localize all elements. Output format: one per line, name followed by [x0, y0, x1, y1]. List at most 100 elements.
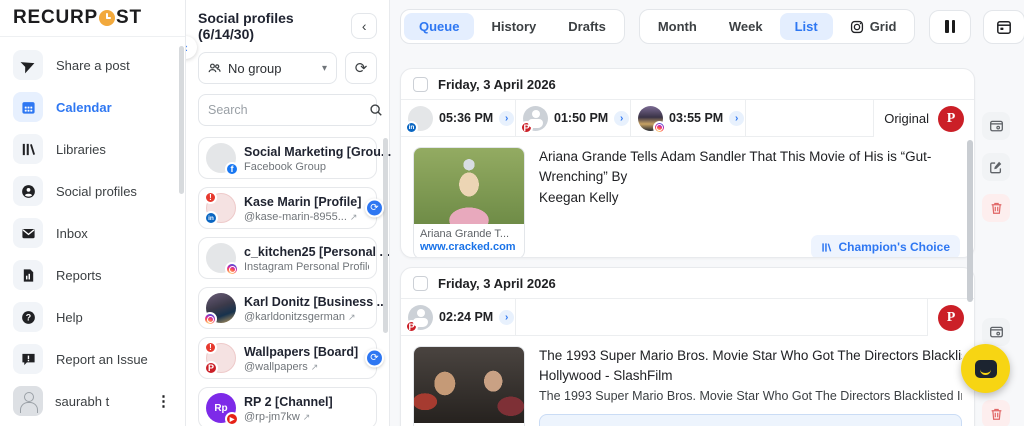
sidebar-item-share-a-post[interactable]: Share a post — [13, 50, 185, 80]
slot-time: 01:50 PM — [554, 111, 608, 125]
post-thumbnail-card[interactable]: Ariana Grande T... www.cracked.com — [413, 147, 525, 258]
view-tab-group: Month Week List Grid — [639, 9, 916, 44]
recurpost-app: RECURPST Share a post Calendar Libraries… — [0, 0, 1024, 426]
warning-icon: ! — [204, 341, 217, 354]
queue-card-1: Friday, 3 April 2026 in 05:36 PM › P 01:… — [400, 68, 975, 258]
tab-week[interactable]: Week — [714, 13, 778, 40]
blog-booster-label: Blog Booster — [858, 422, 933, 426]
profile-name: Kase Marin [Profile] — [244, 195, 361, 209]
external-link-icon[interactable]: ↗ — [348, 312, 356, 323]
profile-card-c-kitchen25[interactable]: c_kitchen25 [Personal ...Instagram Perso… — [198, 237, 377, 279]
main-scrollbar[interactable] — [967, 140, 973, 302]
champions-choice-badge[interactable]: Champion's Choice — [811, 235, 960, 258]
user-name: saurabh t — [55, 394, 109, 409]
date-checkbox[interactable] — [413, 276, 428, 291]
profile-card-wallpapers[interactable]: !P Wallpapers [Board]@wallpapers↗ ⟳ — [198, 337, 377, 379]
time-slot-instagram[interactable]: 03:55 PM › — [631, 100, 746, 137]
sidebar-item-report-an-issue[interactable]: Report an Issue — [13, 344, 185, 374]
profiles-scrollbar[interactable] — [383, 138, 388, 333]
collapse-profiles-button[interactable]: ‹ — [351, 13, 377, 39]
post-thumbnail-image — [414, 148, 524, 224]
calendar-main: Queue History Drafts Month Week List Gri… — [390, 0, 1024, 426]
thumbnail-link[interactable]: www.cracked.com — [414, 241, 524, 258]
profile-card-karl-donitz[interactable]: Karl Donitz [Business ...@karldonitzsger… — [198, 287, 377, 329]
tab-drafts[interactable]: Drafts — [553, 13, 621, 40]
chevron-right-icon[interactable]: › — [614, 111, 629, 126]
profile-name: c_kitchen25 [Personal ... — [244, 245, 390, 259]
post-title-line1: The 1993 Super Mario Bros. Movie Star Wh… — [539, 346, 962, 366]
chat-launcher[interactable] — [961, 344, 1010, 393]
profiles-panel-title: Social profiles (6/14/30) — [198, 10, 351, 42]
time-slot-pinterest[interactable]: P 02:24 PM › — [401, 299, 516, 336]
sidebar-item-help[interactable]: ? Help — [13, 302, 185, 332]
profile-name: Social Marketing [Grou... — [244, 145, 391, 159]
blog-booster-badge[interactable]: Blog Booster — [844, 422, 933, 426]
chevron-right-icon[interactable]: › — [499, 310, 514, 325]
chevron-right-icon[interactable]: › — [729, 111, 744, 126]
sidebar-item-libraries[interactable]: Libraries — [13, 134, 185, 164]
post-link-box[interactable]: Link: https://www.slashfilm.com/2138003/… — [539, 414, 962, 426]
external-link-icon[interactable]: ↗ — [303, 412, 311, 423]
post-link-text[interactable]: Link: https://www.slashfilm.com/2138003/… — [549, 422, 837, 426]
pinterest-icon[interactable]: P — [938, 305, 964, 331]
edit-post-button[interactable] — [982, 153, 1010, 181]
sync-badge-icon[interactable]: ⟳ — [365, 199, 384, 218]
profile-name: RP 2 [Channel] — [244, 395, 333, 409]
user-more-icon[interactable]: ⋮ — [156, 392, 171, 410]
refresh-profiles-button[interactable]: ⟳ — [345, 52, 377, 84]
sidebar-scrollbar[interactable] — [179, 46, 184, 194]
sidebar-item-calendar[interactable]: Calendar — [13, 92, 185, 122]
svg-text:?: ? — [25, 312, 30, 322]
profile-name: Karl Donitz [Business ... — [244, 295, 387, 309]
preview-post-button[interactable] — [982, 318, 1010, 346]
library-icon — [13, 134, 43, 164]
sidebar: RECURPST Share a post Calendar Libraries… — [0, 0, 186, 426]
slot-avatar: in — [408, 106, 433, 131]
pause-queue-button[interactable] — [929, 10, 971, 44]
send-icon — [13, 50, 43, 80]
card1-action-rail — [982, 112, 1010, 222]
profile-card-social-marketing[interactable]: f Social Marketing [Grou...Facebook Grou… — [198, 137, 377, 179]
instagram-icon — [653, 121, 666, 134]
post-thumbnail-card[interactable]: The 1993 Super... — [413, 346, 525, 426]
sidebar-menu: Share a post Calendar Libraries Social p… — [0, 37, 185, 374]
search-input[interactable] — [208, 103, 369, 117]
tab-grid[interactable]: Grid — [835, 13, 912, 40]
sidebar-item-label: Reports — [56, 268, 102, 283]
channel-tab-original[interactable]: Original P — [874, 100, 974, 137]
sidebar-item-label: Share a post — [56, 58, 130, 73]
time-slot-pinterest[interactable]: P 01:50 PM › — [516, 100, 631, 137]
time-slot-linkedin[interactable]: in 05:36 PM › — [401, 100, 516, 137]
date-checkbox[interactable] — [413, 77, 428, 92]
tab-history[interactable]: History — [476, 13, 551, 40]
pinterest-icon[interactable]: P — [938, 106, 964, 132]
tab-list[interactable]: List — [780, 13, 833, 40]
external-link-icon[interactable]: ↗ — [350, 212, 358, 223]
thumbnail-caption: Ariana Grande T... — [414, 224, 524, 241]
preview-post-button[interactable] — [982, 112, 1010, 140]
post-link-tail: re — [941, 422, 952, 426]
group-dropdown[interactable]: No group ▾ — [198, 52, 337, 84]
tab-month[interactable]: Month — [643, 13, 712, 40]
date-picker-button[interactable] — [983, 10, 1024, 44]
profile-subtitle: @karldonitzsgerman — [244, 311, 345, 323]
external-link-icon[interactable]: ↗ — [311, 362, 319, 373]
instagram-icon — [225, 262, 239, 276]
delete-post-button[interactable] — [982, 194, 1010, 222]
profile-card-kase-marin[interactable]: !in Kase Marin [Profile]@kase-marin-8955… — [198, 187, 377, 229]
sidebar-item-social-profiles[interactable]: Social profiles — [13, 176, 185, 206]
delete-post-button[interactable] — [982, 400, 1010, 426]
linkedin-icon: in — [405, 121, 418, 134]
profile-card-rp-2[interactable]: Rp▶ RP 2 [Channel]@rp-jm7kw↗ — [198, 387, 377, 426]
user-menu[interactable]: saurabh t ⋮ — [0, 386, 185, 416]
sidebar-item-label: Calendar — [56, 100, 112, 115]
sync-badge-icon[interactable]: ⟳ — [365, 349, 384, 368]
app-logo[interactable]: RECURPST — [0, 0, 185, 37]
sidebar-item-inbox[interactable]: Inbox — [13, 218, 185, 248]
logo-text-post: ST — [116, 7, 142, 29]
sidebar-item-reports[interactable]: Reports — [13, 260, 185, 290]
tab-queue[interactable]: Queue — [404, 13, 474, 40]
chevron-right-icon[interactable]: › — [499, 111, 514, 126]
channel-tab[interactable]: P — [928, 299, 974, 336]
report-doc-icon — [13, 260, 43, 290]
